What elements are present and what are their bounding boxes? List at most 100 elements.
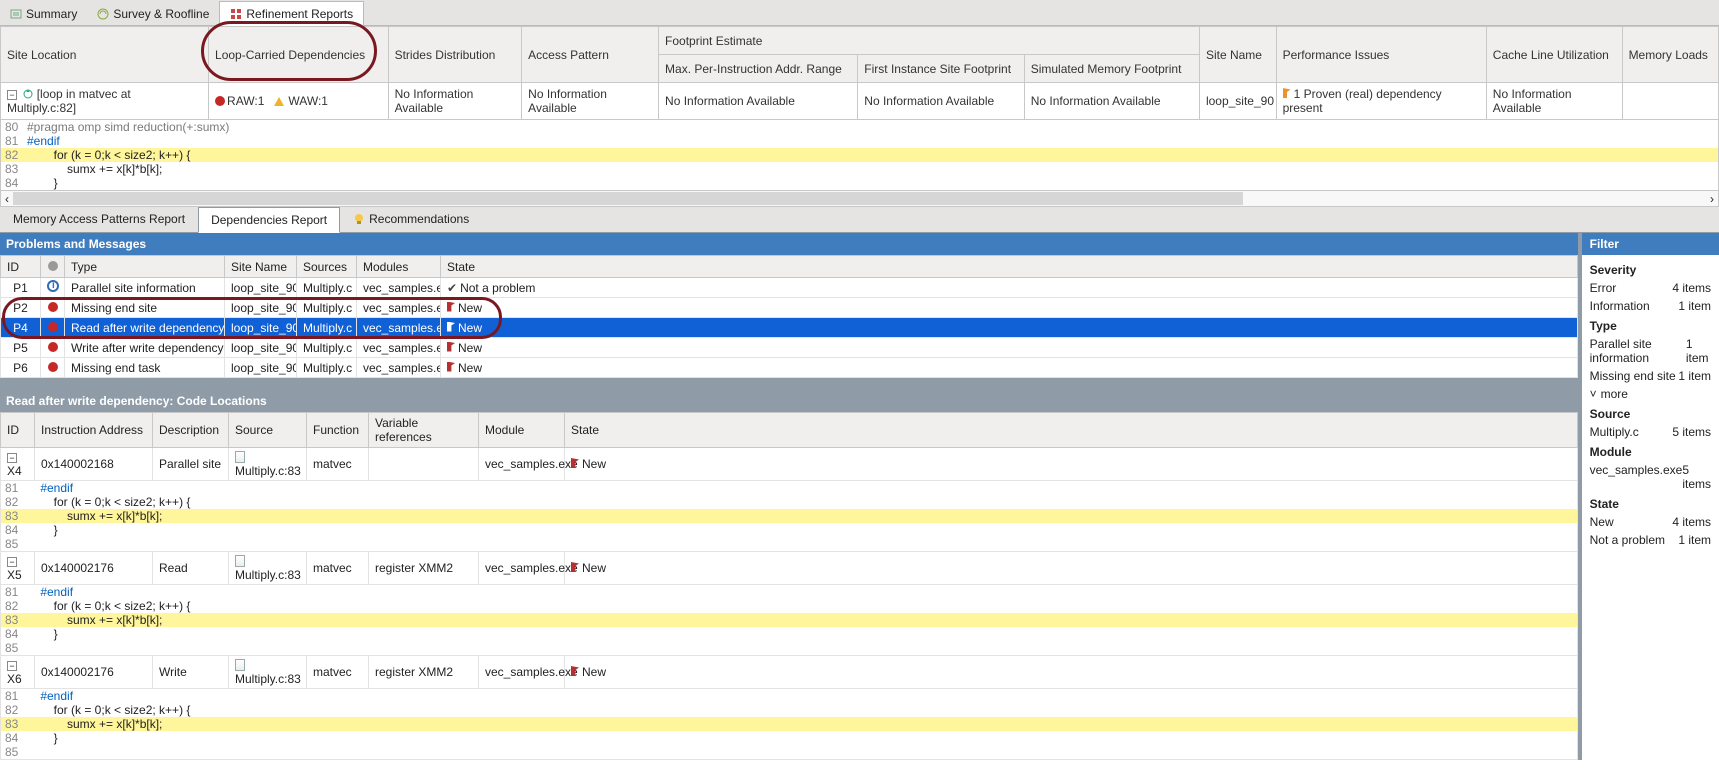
roofline-icon: [97, 8, 109, 20]
code-preview-top: 80#pragma omp simd reduction(+:sumx) 81#…: [0, 120, 1719, 191]
pm-site: loop_site_90: [225, 318, 297, 338]
tab-roofline[interactable]: Survey & Roofline: [87, 2, 219, 25]
filter-group-module: Module: [1590, 441, 1711, 461]
col-cache[interactable]: Cache Line Utilization: [1486, 27, 1622, 83]
filter-src-multiply[interactable]: Multiply.c5 items: [1590, 423, 1711, 441]
cl-addr: 0x140002168: [35, 448, 153, 481]
scroll-right-icon[interactable]: ›: [1706, 193, 1718, 205]
col-perf[interactable]: Performance Issues: [1276, 27, 1486, 83]
code-line: }: [27, 176, 58, 190]
cl-src: Multiply.c:83: [229, 552, 307, 585]
cl-var: [369, 448, 479, 481]
pm-id: P4: [1, 318, 41, 338]
pm-col-mod[interactable]: Modules: [357, 256, 441, 278]
col-footprint[interactable]: Footprint Estimate: [659, 27, 1200, 55]
flag-icon: [447, 302, 455, 312]
tab-map-report[interactable]: Memory Access Patterns Report: [0, 206, 198, 232]
table-row[interactable]: P4Read after write dependencyloop_site_9…: [1, 318, 1578, 338]
pm-sev: [41, 358, 65, 378]
cell-perf-text: 1 Proven (real) dependency present: [1283, 87, 1442, 115]
col-access[interactable]: Access Pattern: [522, 27, 659, 83]
filter-state-nap[interactable]: Not a problem1 item: [1590, 531, 1711, 549]
report-tabstrip: Memory Access Patterns Report Dependenci…: [0, 207, 1719, 233]
col-fp-max[interactable]: Max. Per-Instruction Addr. Range: [659, 55, 858, 83]
table-row[interactable]: P5Write after write dependencyloop_site_…: [1, 338, 1578, 358]
pm-id: P5: [1, 338, 41, 358]
cl-func: matvec: [307, 552, 369, 585]
pm-header: Problems and Messages: [0, 233, 1578, 255]
table-row[interactable]: P6Missing end taskloop_site_90Multiply.c…: [1, 358, 1578, 378]
filter-group-state: State: [1590, 493, 1711, 513]
pm-col-sev[interactable]: [41, 256, 65, 278]
info-icon: [47, 280, 59, 292]
cell-fp-sim: No Information Available: [1024, 83, 1199, 120]
filter-sev-error[interactable]: Error4 items: [1590, 279, 1711, 297]
cl-col-src[interactable]: Source: [229, 413, 307, 448]
pm-col-state[interactable]: State: [441, 256, 1578, 278]
table-row[interactable]: P2Missing end siteloop_site_90Multiply.c…: [1, 298, 1578, 318]
pm-mod: vec_samples.exe: [357, 338, 441, 358]
col-site-name[interactable]: Site Name: [1199, 27, 1276, 83]
pm-sev: [41, 298, 65, 318]
cl-col-id[interactable]: ID: [1, 413, 35, 448]
filter-type-psi[interactable]: Parallel site information1 item: [1590, 335, 1711, 367]
filter-mod-vec[interactable]: vec_samples.exe5 items: [1590, 461, 1711, 493]
table-row[interactable]: −X50x140002176ReadMultiply.c:83matvecreg…: [1, 552, 1578, 585]
pm-type: Parallel site information: [65, 278, 225, 298]
col-loop-dep[interactable]: Loop-Carried Dependencies: [209, 27, 389, 83]
scroll-left-icon[interactable]: ‹: [1, 193, 13, 205]
flag-icon: [571, 666, 579, 676]
code-snippet-row: 81 #endif82 for (k = 0;k < size2; k++) {…: [1, 481, 1578, 552]
cl-desc: Read: [153, 552, 229, 585]
tab-recommendations[interactable]: Recommendations: [340, 206, 482, 232]
filter-type-mes[interactable]: Missing end site1 item: [1590, 367, 1711, 385]
pm-mod: vec_samples.exe: [357, 318, 441, 338]
col-fp-first[interactable]: First Instance Site Footprint: [858, 55, 1024, 83]
pm-col-site[interactable]: Site Name: [225, 256, 297, 278]
collapse-icon[interactable]: −: [7, 661, 17, 671]
splitter-bar[interactable]: [0, 378, 1578, 390]
collapse-icon[interactable]: −: [7, 557, 17, 567]
cl-col-mod[interactable]: Module: [479, 413, 565, 448]
tab-roofline-label: Survey & Roofline: [113, 7, 209, 21]
filter-sev-info[interactable]: Information1 item: [1590, 297, 1711, 315]
col-strides[interactable]: Strides Distribution: [388, 27, 522, 83]
table-row[interactable]: −X60x140002176WriteMultiply.c:83matvecre…: [1, 656, 1578, 689]
cl-col-addr[interactable]: Instruction Address: [35, 413, 153, 448]
col-mem[interactable]: Memory Loads: [1622, 27, 1718, 83]
col-site-location[interactable]: Site Location: [1, 27, 209, 83]
col-fp-sim[interactable]: Simulated Memory Footprint: [1024, 55, 1199, 83]
pm-type: Missing end site: [65, 298, 225, 318]
pm-col-type[interactable]: Type: [65, 256, 225, 278]
pm-type: Write after write dependency: [65, 338, 225, 358]
tab-summary[interactable]: Summary: [0, 2, 87, 25]
cl-col-func[interactable]: Function: [307, 413, 369, 448]
pm-state: Not a problem: [441, 278, 1578, 298]
pm-col-src[interactable]: Sources: [297, 256, 357, 278]
horizontal-scrollbar[interactable]: ‹ ›: [0, 191, 1719, 207]
cl-var: register XMM2: [369, 552, 479, 585]
collapse-icon[interactable]: −: [7, 453, 17, 463]
cl-var: register XMM2: [369, 656, 479, 689]
cl-col-var[interactable]: Variable references: [369, 413, 479, 448]
pm-col-id[interactable]: ID: [1, 256, 41, 278]
collapse-icon[interactable]: −: [7, 90, 17, 100]
pm-src: Multiply.c: [297, 358, 357, 378]
cl-col-desc[interactable]: Description: [153, 413, 229, 448]
tab-refinement[interactable]: Refinement Reports: [219, 1, 364, 26]
table-row[interactable]: −X40x140002168Parallel siteMultiply.c:83…: [1, 448, 1578, 481]
filter-more[interactable]: more: [1590, 385, 1711, 403]
filter-state-new[interactable]: New4 items: [1590, 513, 1711, 531]
tab-dep-report[interactable]: Dependencies Report: [198, 207, 340, 233]
cl-col-state[interactable]: State: [565, 413, 1578, 448]
refinement-row[interactable]: − [loop in matvec at Multiply.c:82] RAW:…: [1, 83, 1719, 120]
table-row[interactable]: P1Parallel site informationloop_site_90M…: [1, 278, 1578, 298]
scroll-thumb[interactable]: [13, 192, 1243, 205]
cl-src: Multiply.c:83: [229, 656, 307, 689]
cl-addr: 0x140002176: [35, 656, 153, 689]
code-line: for (k = 0;k < size2; k++) {: [27, 148, 190, 162]
flag-icon: [1283, 88, 1291, 98]
cell-fp-first: No Information Available: [858, 83, 1024, 120]
cell-mem: [1622, 83, 1718, 120]
cell-site-location: − [loop in matvec at Multiply.c:82]: [1, 83, 209, 120]
